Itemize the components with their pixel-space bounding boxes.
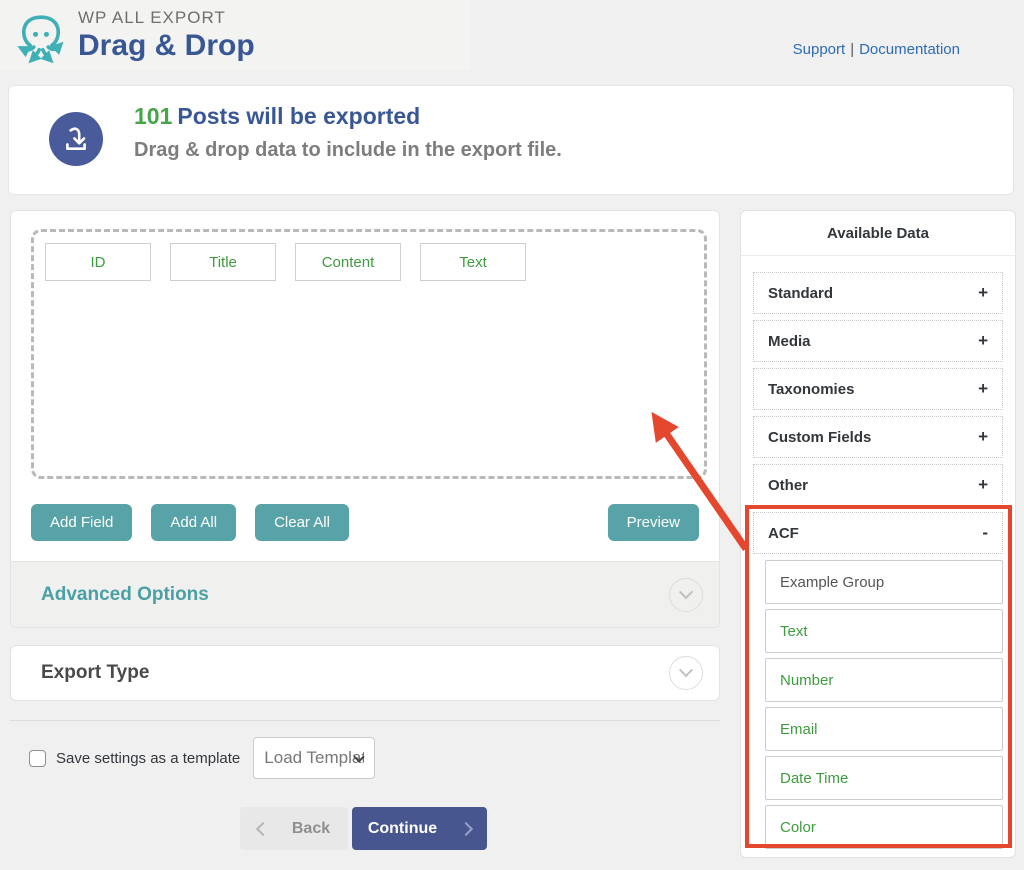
available-data-title: Available Data [741, 211, 1015, 256]
save-template-label[interactable]: Save settings as a template [56, 750, 240, 767]
plus-icon[interactable]: + [978, 379, 988, 399]
acf-item-number[interactable]: Number [765, 658, 1003, 702]
chevron-right-icon [459, 821, 474, 836]
continue-label: Continue [367, 819, 438, 837]
page-title: Drag & Drop [78, 29, 255, 62]
add-field-button[interactable]: Add Field [31, 504, 133, 541]
section-divider [10, 720, 720, 721]
sidebar-section-standard[interactable]: Standard + [753, 272, 1003, 314]
advanced-options-toggle[interactable]: Advanced Options [11, 561, 719, 627]
minus-icon[interactable]: - [982, 523, 988, 543]
section-label: Media [768, 332, 811, 350]
field-chip-text[interactable]: Text [420, 243, 526, 281]
banner-subtitle: Drag & drop data to include in the expor… [134, 139, 562, 161]
sidebar-section-media[interactable]: Media + [753, 320, 1003, 362]
back-label: Back [291, 819, 331, 837]
banner-title: 101 Posts will be exported [134, 103, 562, 130]
page-header: WP ALL EXPORT Drag & Drop Support | Docume… [0, 0, 1024, 85]
section-label: Taxonomies [768, 380, 855, 398]
plus-icon[interactable]: + [978, 283, 988, 303]
section-label: Other [768, 476, 809, 494]
back-button[interactable]: Back [240, 807, 348, 850]
preview-button[interactable]: Preview [607, 504, 699, 541]
save-template-checkbox[interactable] [29, 749, 46, 767]
continue-button[interactable]: Continue [352, 807, 487, 850]
editor-buttons-row: Add Field Add All Clear All Preview [31, 504, 699, 541]
section-label: Custom Fields [768, 428, 872, 446]
drag-drop-zone[interactable]: ID Title Content Text [31, 229, 707, 479]
selected-fields: ID Title Content Text [45, 243, 693, 281]
field-chip-id[interactable]: ID [45, 243, 151, 281]
post-count: 101 [134, 103, 173, 129]
section-label: ACF [768, 524, 799, 542]
download-icon [49, 112, 103, 166]
links-separator: | [850, 41, 855, 58]
plus-icon[interactable]: + [978, 331, 988, 351]
load-template-select[interactable]: Load Template... [253, 737, 376, 779]
sidebar-section-other[interactable]: Other + [753, 464, 1003, 506]
chevron-left-icon [255, 821, 270, 836]
available-data-panel: Available Data Standard + Media + Taxono… [740, 210, 1016, 858]
export-type-toggle[interactable]: Export Type [10, 645, 720, 701]
advanced-options-label: Advanced Options [41, 583, 209, 605]
acf-item-text[interactable]: Text [765, 609, 1003, 653]
header-links: Support | Documentation [793, 41, 960, 58]
available-data-sections: Standard + Media + Taxonomies + Custom F… [741, 256, 1015, 849]
export-summary-banner: 101 Posts will be exported Drag & drop da… [8, 85, 1014, 195]
brand-name: WP ALL EXPORT [78, 8, 226, 27]
banner-text: 101 Posts will be exported Drag & drop da… [134, 103, 562, 162]
clear-all-button[interactable]: Clear All [255, 504, 349, 541]
brand-block: WP ALL EXPORT Drag & Drop [78, 8, 255, 63]
octopus-logo-icon [12, 8, 70, 73]
section-label: Standard [768, 284, 834, 302]
sidebar-section-taxonomies[interactable]: Taxonomies + [753, 368, 1003, 410]
acf-item-email[interactable]: Email [765, 707, 1003, 751]
documentation-link[interactable]: Documentation [859, 41, 960, 58]
acf-item-color[interactable]: Color [765, 805, 1003, 849]
plus-icon[interactable]: + [978, 427, 988, 447]
plus-icon[interactable]: + [978, 475, 988, 495]
support-link[interactable]: Support [793, 41, 846, 58]
acf-item-date-time[interactable]: Date Time [765, 756, 1003, 800]
chevron-down-icon[interactable] [669, 656, 703, 690]
field-chip-title[interactable]: Title [170, 243, 276, 281]
field-chip-content[interactable]: Content [295, 243, 401, 281]
load-template-value: Load Template... [264, 748, 365, 767]
add-all-button[interactable]: Add All [151, 504, 237, 541]
chevron-down-icon[interactable] [669, 577, 703, 612]
acf-field-list: Example Group Text Number Email Date Tim… [753, 560, 1003, 849]
sidebar-section-acf[interactable]: ACF - [753, 512, 1003, 554]
wp-all-export-page: WP ALL EXPORT Drag & Drop Support | Docume… [0, 0, 1024, 870]
acf-item-example-group[interactable]: Example Group [765, 560, 1003, 604]
banner-title-text: Posts will be exported [177, 103, 421, 129]
template-row: Save settings as a template Load Templat… [29, 737, 376, 779]
export-type-label: Export Type [41, 662, 150, 683]
export-editor-card: ID Title Content Text Add Field Add All … [10, 210, 720, 628]
sidebar-section-custom-fields[interactable]: Custom Fields + [753, 416, 1003, 458]
